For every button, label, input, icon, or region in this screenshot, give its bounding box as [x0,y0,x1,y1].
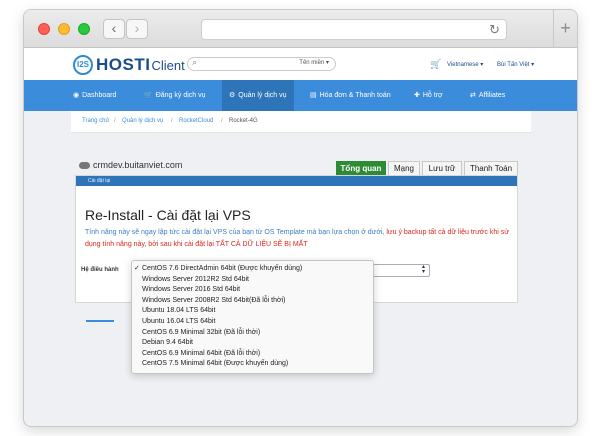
reinstall-description: Tính năng này sẽ ngay lập tức cài đặt lạ… [85,229,509,248]
gear-icon: ⚙ [229,92,236,99]
chevron-left-icon: ‹ [111,20,117,36]
cart-icon[interactable]: 🛒 [430,59,441,70]
select-arrows-icon: ▴ ▾ [421,264,425,275]
tab-overview[interactable]: Tổng quan [336,161,386,176]
domain-search-input[interactable]: ⌕ Tên miền ▾ [187,57,336,71]
breadcrumb-current: Rocket-4G [229,118,258,124]
breadcrumb: Trang chủ / Quản lý dịch vụ / RocketClou… [71,111,531,133]
logo-name: HOSTI [96,55,151,74]
forward-button[interactable]: › [126,19,148,39]
menu-invoices[interactable]: ▤ Hóa đơn & Thanh toán [310,80,391,111]
new-tab-button[interactable]: + [553,10,577,48]
close-window-button[interactable] [38,23,50,35]
dashboard-icon: ◉ [73,92,80,99]
breadcrumb-separator: / [114,118,116,124]
chevron-right-icon: › [134,20,140,36]
reload-icon[interactable]: ↻ [489,22,500,38]
menu-dashboard[interactable]: ◉ Dashboard [73,80,116,111]
invoice-icon: ▤ [310,92,317,99]
breadcrumb-manage-services[interactable]: Quản lý dịch vụ [122,118,163,124]
os-option[interactable]: CentOS 6.9 Minimal 32bit (Đã lỗi thời) [132,328,373,339]
service-hostname: crmdev.buitanviet.com [79,160,182,170]
os-dropdown-menu: ✓ CentOS 7.6 DirectAdmin 64bit (Được khuy… [131,260,374,374]
site-logo[interactable]: I2S HOSTI Client [73,54,185,76]
os-option[interactable]: Ubuntu 18.04 LTS 64bit [132,306,373,317]
menu-manage-services[interactable]: ⚙ Quản lý dịch vụ [222,80,294,111]
minimize-window-button[interactable] [58,23,70,35]
back-button[interactable]: ‹ [103,19,125,39]
menu-support[interactable]: ✚ Hỗ trợ [414,80,443,111]
share-icon: ⇄ [470,92,476,99]
main-menu: ◉ Dashboard 🛒 Đăng ký dịch vụ ⚙ Quản lý dịc… [24,80,577,111]
browser-toolbar: ‹ › ↻ + [24,10,577,48]
divider [86,320,114,322]
os-option[interactable]: Debian 9.4 64bit [132,338,373,349]
menu-affiliates[interactable]: ⇄ Affiliates [470,80,505,111]
os-option[interactable]: CentOS 6.9 Minimal 64bit (Đã lỗi thời) [132,349,373,360]
tab-payment[interactable]: Thanh Toán [464,161,518,176]
page-title: Re-Install - Cài đặt lại VPS [85,207,251,223]
plus-icon: + [560,18,571,38]
tab-storage[interactable]: Lưu trữ [422,161,462,176]
os-option[interactable]: Windows Server 2008R2 Std 64bit(Đã lỗi t… [132,296,373,307]
site-header: I2S HOSTI Client ⌕ Tên miền ▾ 🛒 Vietname… [24,48,577,80]
os-option[interactable]: Windows Server 2012R2 Std 64bit [132,275,373,286]
breadcrumb-home[interactable]: Trang chủ [82,118,109,124]
language-selector[interactable]: Vietnamese ▾ [447,61,483,68]
os-option[interactable]: Windows Server 2016 Std 64bit [132,285,373,296]
user-menu[interactable]: Bùi Tấn Việt ▾ [497,61,534,68]
breadcrumb-separator: / [221,118,223,124]
os-option[interactable]: ✓ CentOS 7.6 DirectAdmin 64bit (Được khuy… [132,264,373,275]
support-icon: ✚ [414,92,420,99]
os-option[interactable]: CentOS 7.5 Minimal 64bit (Được khuyến dù… [132,359,373,370]
zoom-window-button[interactable] [78,23,90,35]
menu-register-service[interactable]: 🛒 Đăng ký dịch vụ [144,80,206,111]
cloud-icon [79,162,90,170]
os-option[interactable]: Ubuntu 16.04 LTS 64bit [132,317,373,328]
logo-badge: I2S [73,55,93,75]
address-bar[interactable]: ↻ [201,19,507,40]
search-scope-dropdown[interactable]: Tên miền ▾ [299,59,329,66]
tab-network[interactable]: Mạng [388,161,420,176]
panel-header: Cài đặt lại [76,176,517,186]
os-label: Hệ điều hành [81,267,119,273]
checkmark-icon: ✓ [134,265,140,272]
breadcrumb-product[interactable]: RocketCloud [179,118,213,124]
cart-icon: 🛒 [144,92,153,99]
breadcrumb-separator: / [171,118,173,124]
logo-sub: Client [151,57,185,73]
search-icon: ⌕ [192,57,198,67]
